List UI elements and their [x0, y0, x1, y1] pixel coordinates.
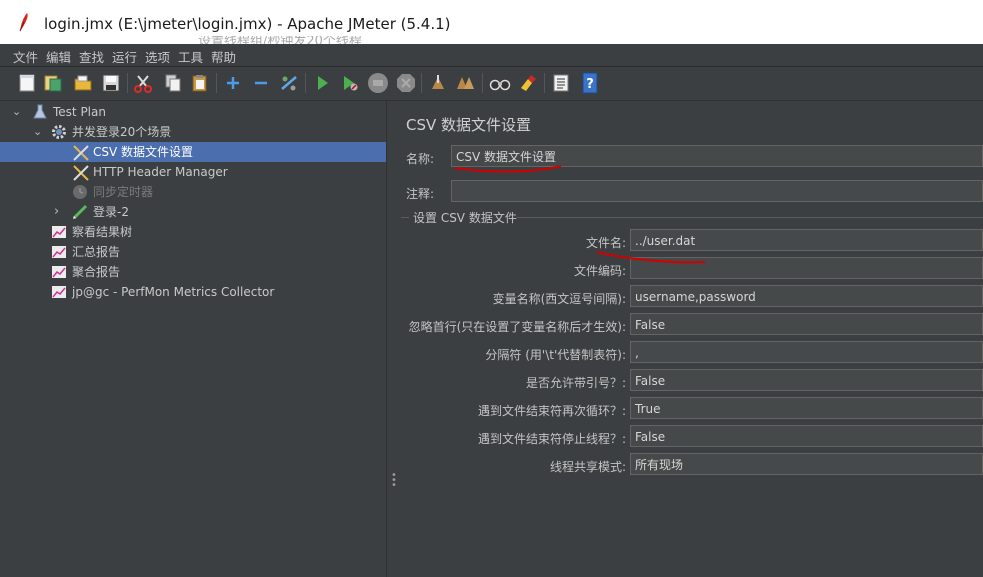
file-encoding-field[interactable] [630, 257, 983, 279]
ignore-first-line-field[interactable]: False [630, 313, 983, 335]
test-plan-icon [32, 104, 48, 120]
copy-icon[interactable] [161, 71, 185, 95]
function-helper-icon[interactable] [549, 71, 573, 95]
scissors-config-icon [72, 144, 89, 161]
background-window-text: 设置线程组/秒钟发20个线程 [198, 36, 362, 44]
recycle-on-eof-label: 遇到文件结束符再次循环？: [477, 404, 626, 418]
menu-bar: 文件 编辑 查找 运行 选项 工具 帮助 [0, 44, 983, 67]
name-field[interactable]: CSV 数据文件设置 [451, 145, 983, 167]
paste-icon[interactable] [188, 71, 212, 95]
comment-label: 注释: [406, 187, 435, 201]
clear-all-icon[interactable] [454, 71, 478, 95]
scissors-config-icon [72, 164, 89, 181]
panel-title: CSV 数据文件设置 [406, 116, 532, 134]
menu-file[interactable]: 文件 [13, 47, 38, 66]
tree-node-login-sampler[interactable]: › 登录-2 [0, 202, 386, 222]
help-icon[interactable]: ? [578, 71, 602, 95]
save-icon[interactable] [99, 71, 123, 95]
delimiter-field[interactable]: , [630, 341, 983, 363]
window-title: login.jmx (E:\jmeter\login.jmx) - Apache… [44, 15, 451, 33]
chart-listener-icon [51, 264, 67, 280]
chevron-down-icon[interactable]: ⌄ [33, 122, 42, 142]
menu-help[interactable]: 帮助 [211, 47, 236, 66]
chart-listener-icon [51, 284, 67, 300]
tree-node-perfmon-collector[interactable]: jp@gc - PerfMon Metrics Collector [0, 282, 386, 302]
recycle-on-eof-field[interactable]: True [630, 397, 983, 419]
jmeter-feather-icon [18, 12, 30, 35]
start-icon[interactable] [310, 71, 334, 95]
csv-data-set-panel: CSV 数据文件设置 名称: CSV 数据文件设置 注释: 设置 CSV 数据文… [397, 101, 983, 577]
templates-icon[interactable] [41, 71, 65, 95]
search-icon[interactable] [488, 71, 512, 95]
file-encoding-label: 文件编码: [573, 264, 626, 278]
ignore-first-line-label: 忽略首行(只在设置了变量名称后才生效): [408, 320, 626, 334]
pen-sampler-icon [72, 204, 88, 220]
shutdown-icon[interactable] [394, 71, 418, 95]
menu-search[interactable]: 查找 [79, 47, 104, 66]
delimiter-label: 分隔符 (用'\t'代替制表符): [485, 348, 626, 362]
tree-node-http-header-manager[interactable]: HTTP Header Manager [0, 162, 386, 182]
filename-field[interactable]: ../user.dat [630, 229, 983, 251]
tree-node-summary-report[interactable]: 汇总报告 [0, 242, 386, 262]
open-icon[interactable] [71, 71, 95, 95]
stop-thread-on-eof-label: 遇到文件结束符停止线程？: [477, 432, 626, 446]
test-plan-tree: ⌄ Test Plan ⌄ 并发登录20个场景 CSV 数据文件设置 HTTP … [0, 101, 386, 577]
chart-listener-icon [51, 224, 67, 240]
tree-node-test-plan[interactable]: ⌄ Test Plan [0, 102, 386, 122]
chevron-down-icon[interactable]: ⌄ [12, 102, 21, 122]
window-titlebar: login.jmx (E:\jmeter\login.jmx) - Apache… [0, 0, 983, 44]
timer-icon [72, 184, 88, 200]
tree-node-thread-group[interactable]: ⌄ 并发登录20个场景 [0, 122, 386, 142]
menu-run[interactable]: 运行 [112, 47, 137, 66]
reset-search-icon[interactable] [516, 71, 540, 95]
tree-node-csv-data-set[interactable]: CSV 数据文件设置 [0, 142, 386, 162]
chart-listener-icon [51, 244, 67, 260]
tree-node-aggregate-report[interactable]: 聚合报告 [0, 262, 386, 282]
sharing-mode-label: 线程共享模式: [549, 460, 626, 474]
collapse-icon[interactable] [249, 71, 273, 95]
svg-text:?: ? [586, 77, 594, 92]
name-label: 名称: [406, 152, 435, 166]
start-no-pauses-icon[interactable] [338, 71, 362, 95]
new-icon[interactable] [15, 71, 39, 95]
csv-group-title: 设置 CSV 数据文件 [413, 211, 517, 225]
variable-names-label: 变量名称(西文逗号间隔): [492, 292, 626, 306]
allow-quoted-data-label: 是否允许带引号？: [525, 376, 626, 390]
filename-label: 文件名: [585, 236, 626, 250]
sharing-mode-field[interactable]: 所有现场 [630, 453, 983, 475]
menu-tools[interactable]: 工具 [178, 47, 203, 66]
toggle-icon[interactable] [277, 71, 301, 95]
stop-thread-on-eof-field[interactable]: False [630, 425, 983, 447]
variable-names-field[interactable]: username,password [630, 285, 983, 307]
cut-icon[interactable] [131, 71, 155, 95]
expand-icon[interactable] [221, 71, 245, 95]
tree-node-sync-timer[interactable]: 同步定时器 [0, 182, 386, 202]
tree-node-view-results-tree[interactable]: 察看结果树 [0, 222, 386, 242]
stop-icon[interactable] [366, 71, 390, 95]
toolbar: ? [0, 67, 983, 101]
clear-icon[interactable] [426, 71, 450, 95]
comment-field[interactable] [451, 180, 983, 202]
chevron-right-icon[interactable]: › [54, 202, 59, 222]
menu-options[interactable]: 选项 [145, 47, 170, 66]
allow-quoted-data-field[interactable]: False [630, 369, 983, 391]
gear-icon [51, 124, 67, 140]
menu-edit[interactable]: 编辑 [46, 47, 71, 66]
